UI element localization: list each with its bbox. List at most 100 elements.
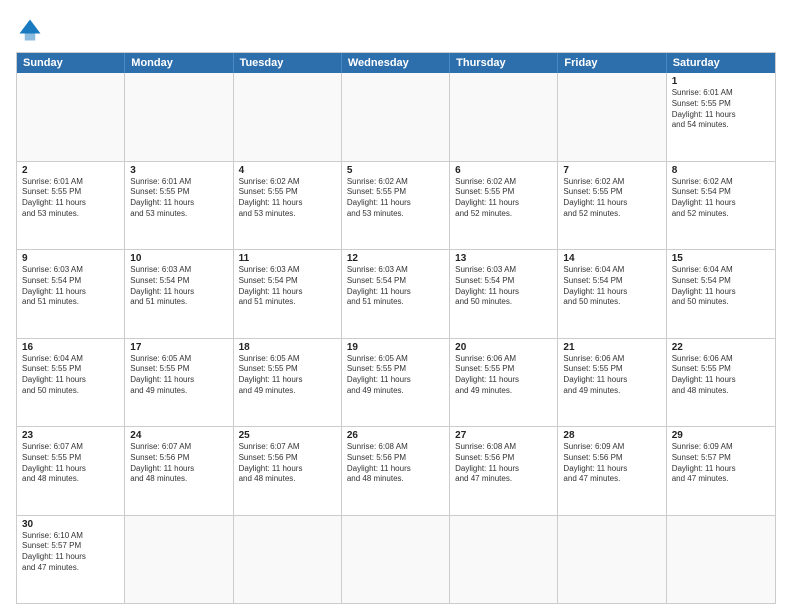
day-number: 6 xyxy=(455,165,552,176)
day-number: 1 xyxy=(672,76,770,87)
day-info: Sunrise: 6:04 AM Sunset: 5:54 PM Dayligh… xyxy=(672,265,770,308)
logo-icon xyxy=(16,16,44,44)
cal-cell-10: 10Sunrise: 6:03 AM Sunset: 5:54 PM Dayli… xyxy=(125,250,233,338)
day-number: 17 xyxy=(130,342,227,353)
day-number: 10 xyxy=(130,253,227,264)
day-info: Sunrise: 6:06 AM Sunset: 5:55 PM Dayligh… xyxy=(672,354,770,397)
day-info: Sunrise: 6:05 AM Sunset: 5:55 PM Dayligh… xyxy=(347,354,444,397)
day-number: 28 xyxy=(563,430,660,441)
day-info: Sunrise: 6:03 AM Sunset: 5:54 PM Dayligh… xyxy=(455,265,552,308)
cal-cell-9: 9Sunrise: 6:03 AM Sunset: 5:54 PM Daylig… xyxy=(17,250,125,338)
cal-cell-empty-2 xyxy=(234,73,342,161)
day-number: 16 xyxy=(22,342,119,353)
day-info: Sunrise: 6:07 AM Sunset: 5:56 PM Dayligh… xyxy=(130,442,227,485)
cal-cell-11: 11Sunrise: 6:03 AM Sunset: 5:54 PM Dayli… xyxy=(234,250,342,338)
day-info: Sunrise: 6:01 AM Sunset: 5:55 PM Dayligh… xyxy=(22,177,119,220)
header-day-tuesday: Tuesday xyxy=(234,53,342,73)
day-number: 20 xyxy=(455,342,552,353)
day-number: 5 xyxy=(347,165,444,176)
cal-cell-2: 2Sunrise: 6:01 AM Sunset: 5:55 PM Daylig… xyxy=(17,162,125,250)
day-info: Sunrise: 6:02 AM Sunset: 5:55 PM Dayligh… xyxy=(347,177,444,220)
cal-cell-5: 5Sunrise: 6:02 AM Sunset: 5:55 PM Daylig… xyxy=(342,162,450,250)
day-info: Sunrise: 6:09 AM Sunset: 5:56 PM Dayligh… xyxy=(563,442,660,485)
cal-cell-14: 14Sunrise: 6:04 AM Sunset: 5:54 PM Dayli… xyxy=(558,250,666,338)
day-info: Sunrise: 6:07 AM Sunset: 5:55 PM Dayligh… xyxy=(22,442,119,485)
cal-cell-4: 4Sunrise: 6:02 AM Sunset: 5:55 PM Daylig… xyxy=(234,162,342,250)
cal-cell-22: 22Sunrise: 6:06 AM Sunset: 5:55 PM Dayli… xyxy=(667,339,775,427)
cal-cell-empty-1 xyxy=(125,73,233,161)
cal-cell-8: 8Sunrise: 6:02 AM Sunset: 5:54 PM Daylig… xyxy=(667,162,775,250)
day-number: 29 xyxy=(672,430,770,441)
cal-row-4: 23Sunrise: 6:07 AM Sunset: 5:55 PM Dayli… xyxy=(17,427,775,516)
cal-cell-17: 17Sunrise: 6:05 AM Sunset: 5:55 PM Dayli… xyxy=(125,339,233,427)
cal-cell-29: 29Sunrise: 6:09 AM Sunset: 5:57 PM Dayli… xyxy=(667,427,775,515)
cal-cell-21: 21Sunrise: 6:06 AM Sunset: 5:55 PM Dayli… xyxy=(558,339,666,427)
day-number: 12 xyxy=(347,253,444,264)
cal-cell-7: 7Sunrise: 6:02 AM Sunset: 5:55 PM Daylig… xyxy=(558,162,666,250)
cal-row-2: 9Sunrise: 6:03 AM Sunset: 5:54 PM Daylig… xyxy=(17,250,775,339)
day-number: 23 xyxy=(22,430,119,441)
calendar: SundayMondayTuesdayWednesdayThursdayFrid… xyxy=(16,52,776,604)
day-info: Sunrise: 6:04 AM Sunset: 5:55 PM Dayligh… xyxy=(22,354,119,397)
cal-cell-empty-1 xyxy=(125,516,233,604)
cal-cell-27: 27Sunrise: 6:08 AM Sunset: 5:56 PM Dayli… xyxy=(450,427,558,515)
cal-row-5: 30Sunrise: 6:10 AM Sunset: 5:57 PM Dayli… xyxy=(17,516,775,604)
cal-cell-empty-4 xyxy=(450,73,558,161)
day-number: 22 xyxy=(672,342,770,353)
day-info: Sunrise: 6:02 AM Sunset: 5:55 PM Dayligh… xyxy=(563,177,660,220)
cal-cell-28: 28Sunrise: 6:09 AM Sunset: 5:56 PM Dayli… xyxy=(558,427,666,515)
cal-cell-13: 13Sunrise: 6:03 AM Sunset: 5:54 PM Dayli… xyxy=(450,250,558,338)
cal-row-3: 16Sunrise: 6:04 AM Sunset: 5:55 PM Dayli… xyxy=(17,339,775,428)
cal-cell-15: 15Sunrise: 6:04 AM Sunset: 5:54 PM Dayli… xyxy=(667,250,775,338)
logo xyxy=(16,16,48,44)
cal-cell-empty-5 xyxy=(558,516,666,604)
page: SundayMondayTuesdayWednesdayThursdayFrid… xyxy=(0,0,792,612)
day-number: 11 xyxy=(239,253,336,264)
day-info: Sunrise: 6:04 AM Sunset: 5:54 PM Dayligh… xyxy=(563,265,660,308)
day-number: 24 xyxy=(130,430,227,441)
day-number: 14 xyxy=(563,253,660,264)
header-day-friday: Friday xyxy=(558,53,666,73)
day-number: 15 xyxy=(672,253,770,264)
cal-cell-empty-5 xyxy=(558,73,666,161)
day-info: Sunrise: 6:08 AM Sunset: 5:56 PM Dayligh… xyxy=(455,442,552,485)
day-info: Sunrise: 6:03 AM Sunset: 5:54 PM Dayligh… xyxy=(130,265,227,308)
day-number: 13 xyxy=(455,253,552,264)
cal-cell-empty-6 xyxy=(667,516,775,604)
header-day-thursday: Thursday xyxy=(450,53,558,73)
day-number: 2 xyxy=(22,165,119,176)
day-info: Sunrise: 6:02 AM Sunset: 5:55 PM Dayligh… xyxy=(455,177,552,220)
calendar-body: 1Sunrise: 6:01 AM Sunset: 5:55 PM Daylig… xyxy=(17,73,775,603)
cal-cell-19: 19Sunrise: 6:05 AM Sunset: 5:55 PM Dayli… xyxy=(342,339,450,427)
cal-cell-6: 6Sunrise: 6:02 AM Sunset: 5:55 PM Daylig… xyxy=(450,162,558,250)
day-number: 25 xyxy=(239,430,336,441)
day-number: 4 xyxy=(239,165,336,176)
cal-cell-24: 24Sunrise: 6:07 AM Sunset: 5:56 PM Dayli… xyxy=(125,427,233,515)
cal-cell-23: 23Sunrise: 6:07 AM Sunset: 5:55 PM Dayli… xyxy=(17,427,125,515)
day-number: 30 xyxy=(22,519,119,530)
cal-cell-18: 18Sunrise: 6:05 AM Sunset: 5:55 PM Dayli… xyxy=(234,339,342,427)
cal-cell-20: 20Sunrise: 6:06 AM Sunset: 5:55 PM Dayli… xyxy=(450,339,558,427)
day-info: Sunrise: 6:06 AM Sunset: 5:55 PM Dayligh… xyxy=(455,354,552,397)
day-info: Sunrise: 6:03 AM Sunset: 5:54 PM Dayligh… xyxy=(22,265,119,308)
day-info: Sunrise: 6:05 AM Sunset: 5:55 PM Dayligh… xyxy=(130,354,227,397)
day-info: Sunrise: 6:08 AM Sunset: 5:56 PM Dayligh… xyxy=(347,442,444,485)
day-number: 21 xyxy=(563,342,660,353)
cal-cell-empty-4 xyxy=(450,516,558,604)
cal-cell-3: 3Sunrise: 6:01 AM Sunset: 5:55 PM Daylig… xyxy=(125,162,233,250)
day-info: Sunrise: 6:10 AM Sunset: 5:57 PM Dayligh… xyxy=(22,531,119,574)
cal-cell-25: 25Sunrise: 6:07 AM Sunset: 5:56 PM Dayli… xyxy=(234,427,342,515)
day-number: 8 xyxy=(672,165,770,176)
cal-cell-1: 1Sunrise: 6:01 AM Sunset: 5:55 PM Daylig… xyxy=(667,73,775,161)
header-day-wednesday: Wednesday xyxy=(342,53,450,73)
cal-row-0: 1Sunrise: 6:01 AM Sunset: 5:55 PM Daylig… xyxy=(17,73,775,162)
cal-cell-empty-3 xyxy=(342,73,450,161)
day-number: 7 xyxy=(563,165,660,176)
calendar-header: SundayMondayTuesdayWednesdayThursdayFrid… xyxy=(17,53,775,73)
cal-cell-12: 12Sunrise: 6:03 AM Sunset: 5:54 PM Dayli… xyxy=(342,250,450,338)
day-info: Sunrise: 6:01 AM Sunset: 5:55 PM Dayligh… xyxy=(672,88,770,131)
cal-cell-empty-3 xyxy=(342,516,450,604)
day-info: Sunrise: 6:02 AM Sunset: 5:55 PM Dayligh… xyxy=(239,177,336,220)
header-day-monday: Monday xyxy=(125,53,233,73)
day-number: 3 xyxy=(130,165,227,176)
